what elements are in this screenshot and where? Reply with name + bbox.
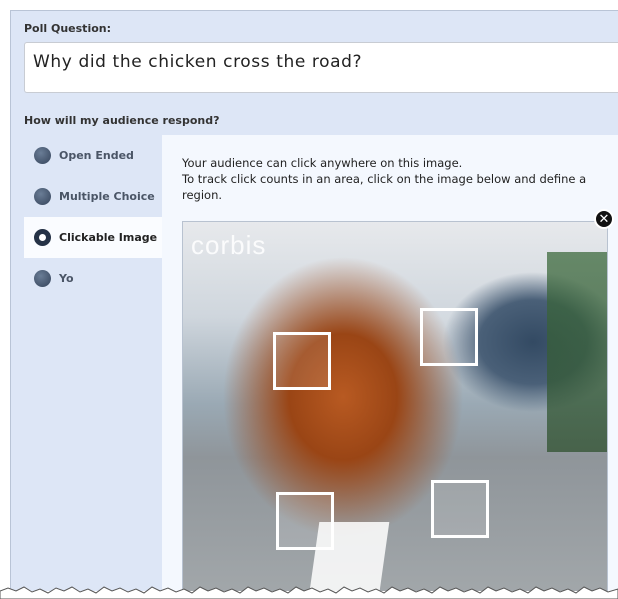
radio-selected-icon xyxy=(34,229,51,246)
close-icon[interactable]: ✕ xyxy=(594,209,614,229)
clickable-image[interactable]: corbis xyxy=(182,221,608,591)
description-line-2: To track click counts in an area, click … xyxy=(182,172,587,202)
option-label: Yo xyxy=(59,272,74,285)
background-hedge xyxy=(547,252,607,452)
click-region-2[interactable] xyxy=(420,308,478,366)
response-type-list: Open Ended Multiple Choice Clickable Ima… xyxy=(24,135,162,299)
option-multiple-choice[interactable]: Multiple Choice xyxy=(24,176,162,217)
option-label: Clickable Image xyxy=(59,231,158,244)
response-type-label: How will my audience respond? xyxy=(24,114,220,127)
torn-edge xyxy=(0,586,618,599)
image-watermark: corbis xyxy=(191,230,267,260)
option-open-ended[interactable]: Open Ended xyxy=(24,135,162,176)
radio-icon xyxy=(34,188,51,205)
click-region-3[interactable] xyxy=(276,492,334,550)
option-yo[interactable]: Yo xyxy=(24,258,162,299)
click-region-4[interactable] xyxy=(431,480,489,538)
option-label: Open Ended xyxy=(59,149,134,162)
description-line-1: Your audience can click anywhere on this… xyxy=(182,156,463,170)
click-region-1[interactable] xyxy=(273,332,331,390)
option-label: Multiple Choice xyxy=(59,190,155,203)
poll-question-text: Why did the chicken cross the road? xyxy=(33,52,363,72)
radio-icon xyxy=(34,147,51,164)
poll-question-input[interactable]: Why did the chicken cross the road? xyxy=(24,42,618,93)
poll-editor-panel: Poll Question: Why did the chicken cross… xyxy=(10,10,618,591)
option-clickable-image[interactable]: Clickable Image xyxy=(24,217,162,258)
radio-icon xyxy=(34,270,51,287)
clickable-image-description: Your audience can click anywhere on this… xyxy=(182,155,607,203)
clickable-image-panel: Your audience can click anywhere on this… xyxy=(162,135,618,591)
poll-question-label: Poll Question: xyxy=(24,22,111,35)
